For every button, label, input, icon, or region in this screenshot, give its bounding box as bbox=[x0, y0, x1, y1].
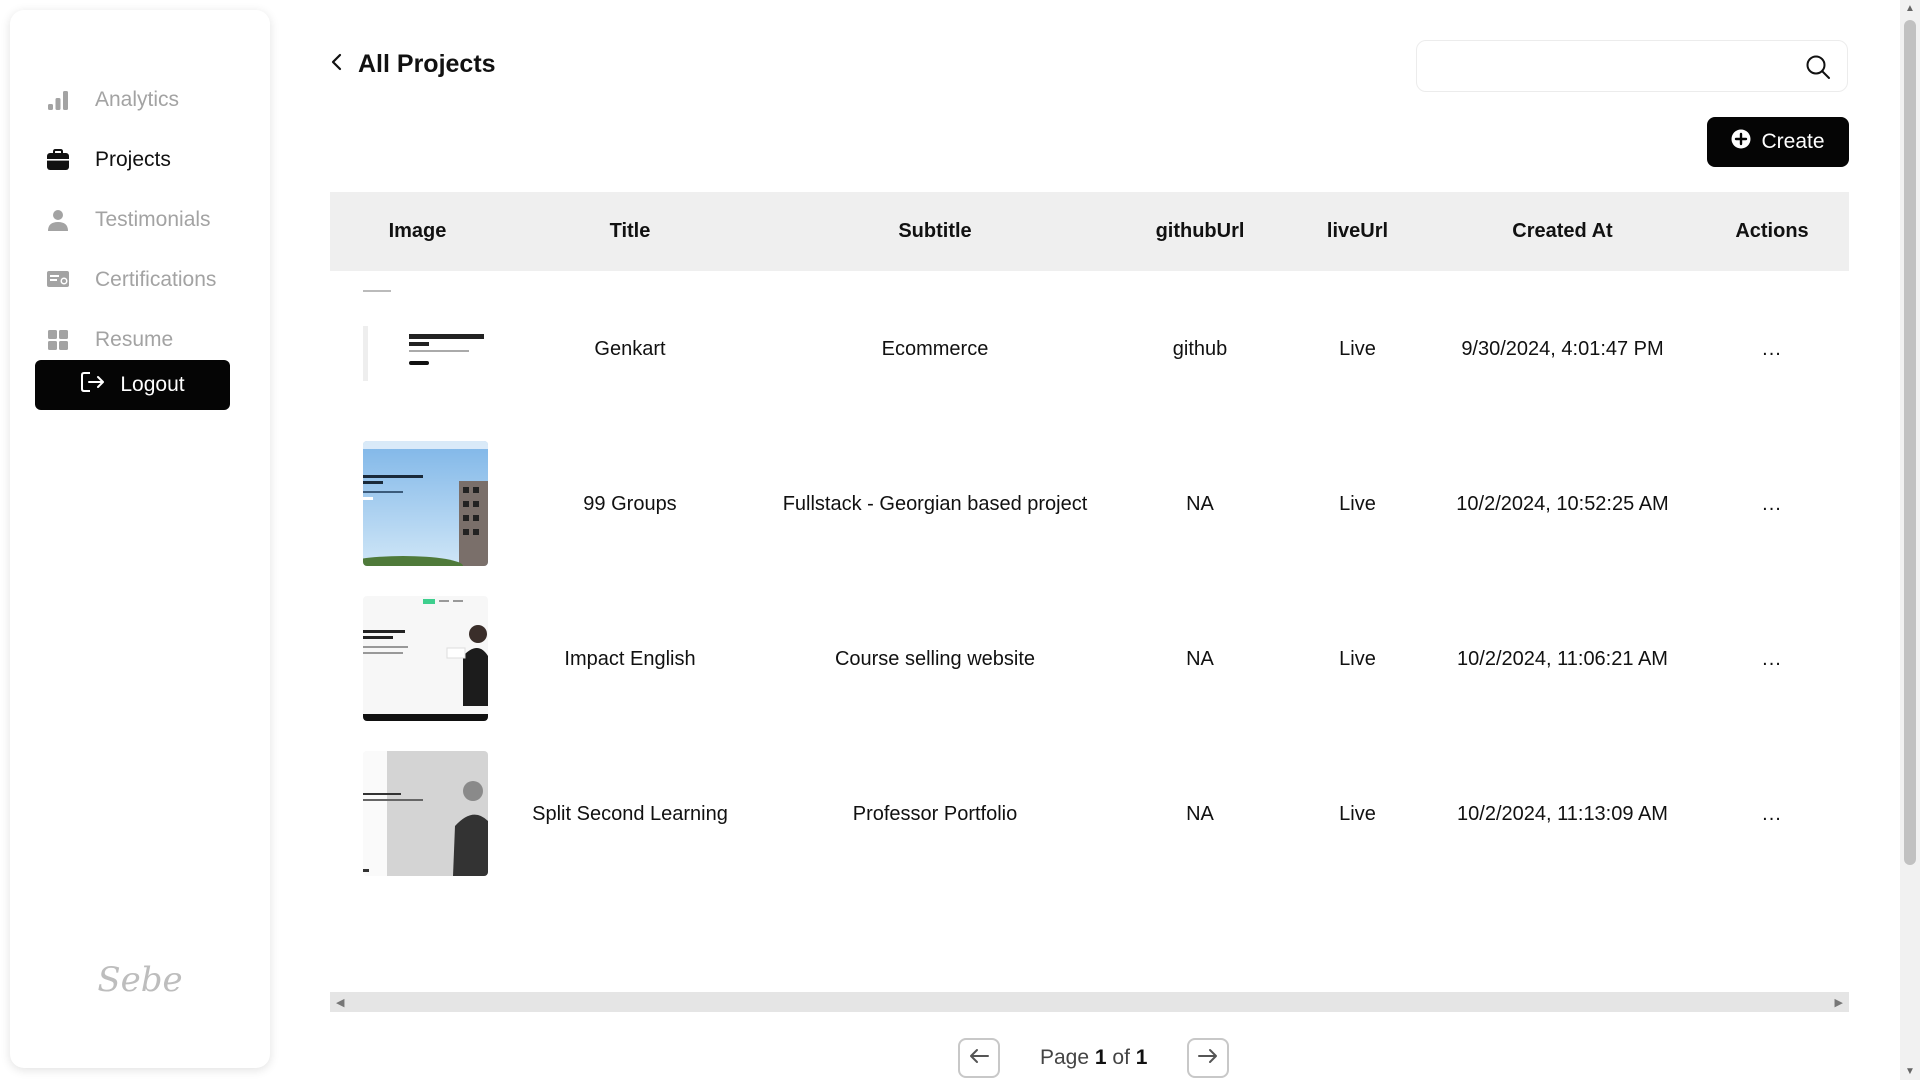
arrow-right-icon bbox=[1197, 1047, 1219, 1070]
cell-title: Genkart bbox=[594, 337, 666, 360]
scroll-right-arrow-icon[interactable]: ▶ bbox=[1835, 996, 1843, 1009]
sidebar-item-projects[interactable]: Projects bbox=[46, 130, 246, 190]
user-icon bbox=[46, 208, 70, 232]
logout-button[interactable]: Logout bbox=[35, 360, 230, 410]
cell-created-at: 10/2/2024, 10:52:25 AM bbox=[1456, 492, 1669, 515]
column-header-githuburl: githubUrl bbox=[1155, 220, 1245, 242]
table-row: 99 Groups Fullstack - Georgian based pro… bbox=[330, 426, 1849, 581]
total-pages: 1 bbox=[1135, 1046, 1148, 1069]
cell-live-url[interactable]: Live bbox=[1285, 271, 1430, 426]
project-thumbnail bbox=[363, 596, 488, 721]
next-page-button[interactable] bbox=[1187, 1038, 1230, 1078]
sidebar-item-label: Certifications bbox=[95, 268, 217, 291]
cell-github-url: NA bbox=[1186, 647, 1214, 670]
plus-circle-icon bbox=[1731, 129, 1751, 155]
column-header-actions: Actions bbox=[1735, 220, 1809, 242]
sidebar-item-label: Testimonials bbox=[95, 208, 211, 231]
column-header-image: Image bbox=[388, 220, 447, 242]
column-header-title: Title bbox=[609, 220, 651, 242]
page-prefix: Page bbox=[1040, 1046, 1090, 1069]
project-thumbnail bbox=[363, 286, 488, 411]
thumbnail-image-genkart bbox=[363, 286, 488, 411]
thumbnail-image-impact-english bbox=[363, 596, 488, 721]
table-row: Split Second Learning Professor Portfoli… bbox=[330, 736, 1849, 891]
project-thumbnail bbox=[363, 441, 488, 566]
cell-subtitle: Fullstack - Georgian based project bbox=[782, 492, 1088, 515]
sidebar: Analytics Projects Testimonials Certific… bbox=[10, 10, 270, 1068]
cell-title: Impact English bbox=[564, 647, 696, 670]
cell-github-url[interactable]: github bbox=[1115, 271, 1285, 426]
page-title: All Projects bbox=[358, 50, 496, 78]
cell-created-at: 10/2/2024, 11:13:09 AM bbox=[1457, 802, 1668, 825]
cell-subtitle: Professor Portfolio bbox=[852, 802, 1018, 825]
sidebar-item-certifications[interactable]: Certifications bbox=[46, 250, 246, 310]
cell-created-at: 10/2/2024, 11:06:21 AM bbox=[1457, 647, 1668, 670]
grid-icon bbox=[46, 328, 70, 352]
sidebar-item-label: Projects bbox=[95, 148, 171, 171]
scroll-up-arrow-icon[interactable]: ▲ bbox=[1905, 3, 1915, 14]
cell-subtitle: Course selling website bbox=[834, 647, 1036, 670]
page-of: of bbox=[1112, 1046, 1130, 1069]
create-button[interactable]: Create bbox=[1707, 117, 1849, 167]
scroll-left-arrow-icon[interactable]: ◀ bbox=[336, 996, 344, 1009]
search-input[interactable] bbox=[1417, 41, 1787, 91]
projects-table: Image Title Subtitle githubUrl liveUrl C… bbox=[330, 192, 1849, 891]
column-header-liveurl: liveUrl bbox=[1326, 220, 1389, 242]
row-actions-menu[interactable]: ... bbox=[1695, 581, 1849, 736]
logout-label: Logout bbox=[120, 373, 185, 396]
cell-github-url: NA bbox=[1186, 802, 1214, 825]
back-link[interactable]: All Projects bbox=[330, 50, 496, 79]
scroll-down-arrow-icon[interactable]: ▼ bbox=[1905, 1066, 1915, 1077]
logout-icon bbox=[80, 370, 106, 400]
current-page: 1 bbox=[1094, 1046, 1107, 1069]
cell-subtitle: Ecommerce bbox=[881, 337, 989, 360]
sidebar-item-analytics[interactable]: Analytics bbox=[46, 70, 246, 130]
row-actions-menu[interactable]: ... bbox=[1695, 426, 1849, 581]
search-icon[interactable] bbox=[1805, 54, 1831, 85]
brand-logo: Sebe bbox=[97, 960, 183, 1000]
project-thumbnail bbox=[363, 751, 488, 876]
row-actions-menu[interactable]: ... bbox=[1695, 736, 1849, 891]
cell-live-url[interactable]: Live bbox=[1285, 426, 1430, 581]
sidebar-item-label: Resume bbox=[95, 328, 174, 351]
cell-title: Split Second Learning bbox=[532, 802, 728, 825]
chevron-left-icon bbox=[330, 53, 344, 76]
search-box bbox=[1416, 40, 1848, 92]
vertical-scrollbar[interactable]: ▲ ▼ bbox=[1900, 0, 1920, 1080]
bar-chart-icon bbox=[46, 88, 70, 112]
certificate-icon bbox=[46, 268, 70, 292]
row-actions-menu[interactable]: ... bbox=[1695, 271, 1849, 426]
briefcase-icon bbox=[46, 148, 70, 172]
previous-page-button[interactable] bbox=[958, 1038, 1000, 1078]
thumbnail-image-split-second-learning bbox=[363, 751, 488, 876]
column-header-subtitle: Subtitle bbox=[898, 220, 972, 242]
sidebar-item-label: Analytics bbox=[95, 88, 180, 111]
thumbnail-image-99-groups bbox=[363, 441, 488, 566]
arrow-left-icon bbox=[968, 1047, 990, 1070]
table-row: Genkart Ecommerce github Live 9/30/2024,… bbox=[330, 271, 1849, 426]
table-header-row: Image Title Subtitle githubUrl liveUrl C… bbox=[330, 192, 1849, 271]
sidebar-item-testimonials[interactable]: Testimonials bbox=[46, 190, 246, 250]
cell-live-url[interactable]: Live bbox=[1285, 581, 1430, 736]
scrollbar-thumb[interactable] bbox=[1904, 20, 1916, 865]
column-header-created-at: Created At bbox=[1512, 220, 1613, 242]
cell-github-url: NA bbox=[1186, 492, 1214, 515]
page-indicator: Page 1 of 1 bbox=[1040, 1046, 1147, 1070]
pagination: Page 1 of 1 bbox=[958, 1038, 1230, 1078]
horizontal-scrollbar[interactable]: ◀ ▶ bbox=[330, 992, 1849, 1012]
cell-title: 99 Groups bbox=[583, 492, 677, 515]
table-row: Impact English Course selling website NA… bbox=[330, 581, 1849, 736]
sidebar-nav: Analytics Projects Testimonials Certific… bbox=[46, 70, 246, 370]
cell-live-url[interactable]: Live bbox=[1285, 736, 1430, 891]
create-label: Create bbox=[1761, 130, 1825, 153]
cell-created-at: 9/30/2024, 4:01:47 PM bbox=[1461, 337, 1664, 360]
